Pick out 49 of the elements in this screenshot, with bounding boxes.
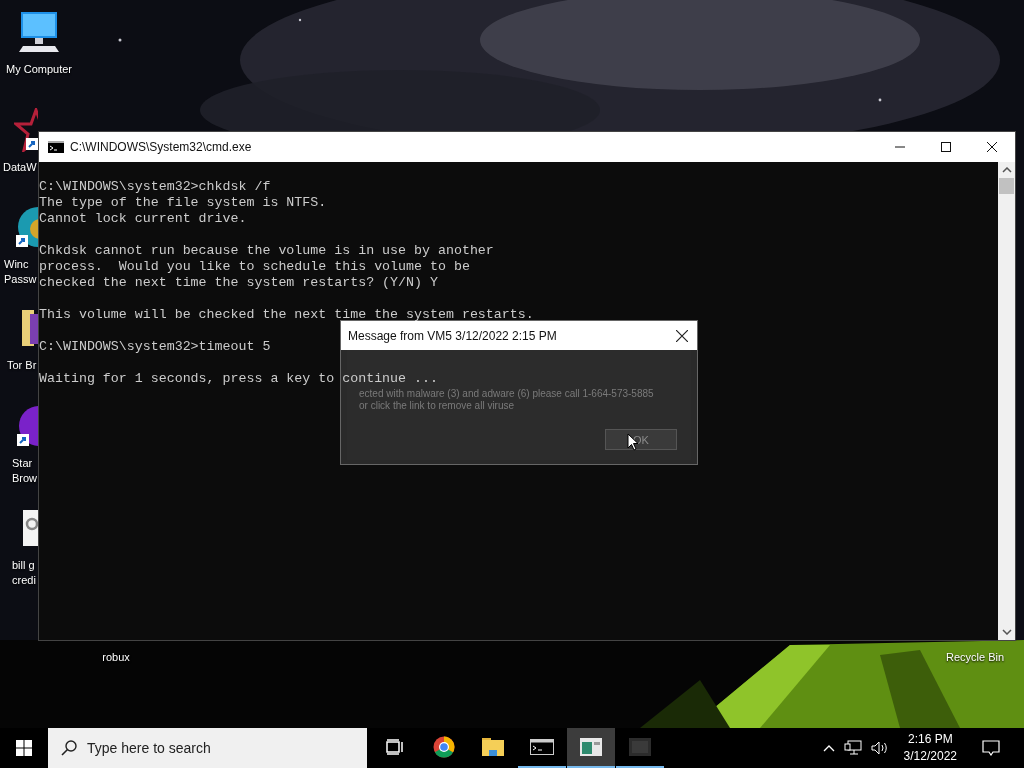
computer-icon[interactable] (17, 10, 61, 54)
close-icon (987, 142, 997, 152)
dialog-message: ected with malware (3) and adware (6) please call 1-664-573-5885 or click the link to remove all viruse (359, 388, 655, 412)
scroll-up-icon[interactable] (1001, 167, 1012, 173)
scrollbar-thumb[interactable] (999, 178, 1014, 194)
taskbar-app[interactable] (567, 728, 615, 768)
console-icon (530, 739, 554, 755)
icon-label[interactable]: My Computer (0, 62, 78, 77)
window-thumbnail-icon (580, 738, 602, 756)
console-line: This volume will be checked the next time the system restarts. (39, 307, 534, 323)
window-title: C:\WINDOWS\System32\cmd.exe (70, 140, 252, 154)
icon-label[interactable]: Brow (12, 471, 38, 486)
task-view-icon (386, 739, 404, 755)
network-icon[interactable] (843, 740, 862, 756)
search-field[interactable]: Type here to search (48, 728, 367, 768)
console-line: Cannot lock current drive. (39, 211, 247, 227)
chrome-icon (433, 736, 455, 758)
icon-label[interactable]: Tor Br (7, 358, 38, 373)
speaker-icon[interactable] (870, 740, 889, 756)
icon-label[interactable]: Winc (4, 257, 38, 272)
console-line: checked the next time the system restarts? (Y/N) Y (39, 275, 438, 291)
scroll-down-icon[interactable] (1001, 629, 1012, 635)
maximize-icon (941, 142, 951, 152)
icon-label[interactable]: robux (80, 650, 152, 665)
notification-icon[interactable] (982, 740, 1000, 756)
dialog-title: Message from VM5 3/12/2022 2:15 PM (348, 328, 558, 343)
search-icon (61, 740, 77, 756)
console-line: process. Would you like to schedule this volume to be (39, 259, 470, 275)
icon-label[interactable]: Recycle Bin (935, 650, 1015, 665)
console-line: C:\WINDOWS\system32>chkdsk /f (39, 179, 271, 195)
scrollbar[interactable] (998, 162, 1015, 640)
console-line: Waiting for 1 seconds, press a key to continue ... (39, 371, 438, 387)
folder-icon (482, 738, 504, 756)
console-line: The type of the file system is NTFS. (39, 195, 327, 211)
console-line: Chkdsk cannot run because the volume is in use by another (39, 243, 494, 259)
chevron-up-icon[interactable] (822, 744, 835, 752)
clock-time[interactable]: 2:16 PM (907, 731, 953, 748)
icon-label[interactable]: bill g (12, 558, 38, 573)
orb-icon[interactable] (15, 404, 38, 448)
icon-label[interactable]: Passw (4, 272, 38, 287)
console-icon (48, 141, 64, 153)
close-icon (676, 329, 688, 342)
clock-date[interactable]: 3/12/2022 (903, 748, 957, 765)
console-line: C:\WINDOWS\system32>timeout 5 (39, 339, 271, 355)
app-icon (629, 738, 651, 756)
windows-start-icon[interactable] (16, 740, 32, 756)
icon-label[interactable]: credi (12, 573, 38, 588)
icon-label[interactable]: DataW (3, 160, 38, 175)
icon-label[interactable]: Star (12, 456, 38, 471)
